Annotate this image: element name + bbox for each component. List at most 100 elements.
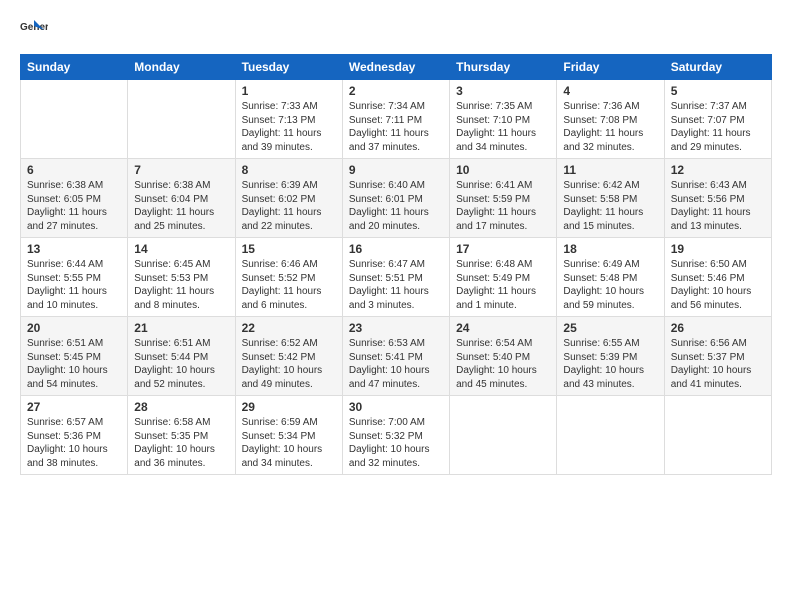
day-info: Sunrise: 6:57 AMSunset: 5:36 PMDaylight:… [27,416,121,470]
header-day-monday: Monday [128,55,235,80]
day-info: Sunrise: 6:54 AMSunset: 5:40 PMDaylight:… [456,337,550,391]
day-info: Sunrise: 6:40 AMSunset: 6:01 PMDaylight:… [349,179,443,233]
day-number: 21 [134,321,228,335]
day-info: Sunrise: 7:00 AMSunset: 5:32 PMDaylight:… [349,416,443,470]
day-number: 26 [671,321,765,335]
day-number: 20 [27,321,121,335]
day-number: 29 [242,400,336,414]
day-info: Sunrise: 7:33 AMSunset: 7:13 PMDaylight:… [242,100,336,154]
day-number: 15 [242,242,336,256]
logo: General [20,16,52,44]
day-info: Sunrise: 7:36 AMSunset: 7:08 PMDaylight:… [563,100,657,154]
day-info: Sunrise: 6:51 AMSunset: 5:45 PMDaylight:… [27,337,121,391]
calendar-cell: 18 Sunrise: 6:49 AMSunset: 5:48 PMDayligh… [557,238,664,317]
header-day-wednesday: Wednesday [342,55,449,80]
calendar-cell: 24Sunrise: 6:54 AMSunset: 5:40 PMDayligh… [450,317,557,396]
calendar-cell: 20 Sunrise: 6:51 AMSunset: 5:45 PMDayligh… [21,317,128,396]
day-number: 25 [563,321,657,335]
day-info: Sunrise: 6:46 AMSunset: 5:52 PMDaylight:… [242,258,336,312]
calendar-cell: 3Sunrise: 7:35 AMSunset: 7:10 PMDaylight… [450,80,557,159]
header-day-thursday: Thursday [450,55,557,80]
calendar-cell [450,396,557,475]
calendar-cell: 19 Sunrise: 6:50 AMSunset: 5:46 PMDayligh… [664,238,771,317]
day-number: 16 [349,242,443,256]
day-number: 28 [134,400,228,414]
calendar-cell: 9 Sunrise: 6:40 AMSunset: 6:01 PMDaylight… [342,159,449,238]
calendar-cell: 21 Sunrise: 6:51 AMSunset: 5:44 PMDayligh… [128,317,235,396]
day-number: 30 [349,400,443,414]
day-number: 13 [27,242,121,256]
day-number: 27 [27,400,121,414]
day-number: 22 [242,321,336,335]
header-day-sunday: Sunday [21,55,128,80]
day-number: 6 [27,163,121,177]
day-number: 17 [456,242,550,256]
day-info: Sunrise: 6:56 AMSunset: 5:37 PMDaylight:… [671,337,765,391]
week-row-0: 1 Sunrise: 7:33 AMSunset: 7:13 PMDaylight… [21,80,772,159]
day-info: Sunrise: 6:51 AMSunset: 5:44 PMDaylight:… [134,337,228,391]
day-info: Sunrise: 6:49 AMSunset: 5:48 PMDaylight:… [563,258,657,312]
day-number: 19 [671,242,765,256]
calendar-cell: 11Sunrise: 6:42 AMSunset: 5:58 PMDayligh… [557,159,664,238]
day-number: 2 [349,84,443,98]
calendar-cell: 4 Sunrise: 7:36 AMSunset: 7:08 PMDaylight… [557,80,664,159]
calendar-cell: 10 Sunrise: 6:41 AMSunset: 5:59 PMDayligh… [450,159,557,238]
day-number: 18 [563,242,657,256]
calendar-table: SundayMondayTuesdayWednesdayThursdayFrid… [20,54,772,475]
calendar-cell: 17Sunrise: 6:48 AMSunset: 5:49 PMDayligh… [450,238,557,317]
week-row-2: 13 Sunrise: 6:44 AMSunset: 5:55 PMDayligh… [21,238,772,317]
calendar-cell: 5 Sunrise: 7:37 AMSunset: 7:07 PMDaylight… [664,80,771,159]
day-info: Sunrise: 6:43 AMSunset: 5:56 PMDaylight:… [671,179,765,233]
day-number: 4 [563,84,657,98]
calendar-cell [664,396,771,475]
day-info: Sunrise: 7:37 AMSunset: 7:07 PMDaylight:… [671,100,765,154]
day-number: 12 [671,163,765,177]
day-info: Sunrise: 6:38 AMSunset: 6:04 PMDaylight:… [134,179,228,233]
day-info: Sunrise: 6:52 AMSunset: 5:42 PMDaylight:… [242,337,336,391]
day-number: 14 [134,242,228,256]
page: General SundayMondayTuesdayWednesdayThur… [0,0,792,612]
header-day-friday: Friday [557,55,664,80]
calendar-cell: 1 Sunrise: 7:33 AMSunset: 7:13 PMDaylight… [235,80,342,159]
day-info: Sunrise: 6:45 AMSunset: 5:53 PMDaylight:… [134,258,228,312]
day-number: 10 [456,163,550,177]
calendar-cell [21,80,128,159]
calendar-cell: 22 Sunrise: 6:52 AMSunset: 5:42 PMDayligh… [235,317,342,396]
calendar-cell: 29 Sunrise: 6:59 AMSunset: 5:34 PMDayligh… [235,396,342,475]
calendar-cell: 26 Sunrise: 6:56 AMSunset: 5:37 PMDayligh… [664,317,771,396]
calendar-cell [128,80,235,159]
day-number: 5 [671,84,765,98]
calendar-cell [557,396,664,475]
header-day-saturday: Saturday [664,55,771,80]
day-number: 7 [134,163,228,177]
day-info: Sunrise: 6:50 AMSunset: 5:46 PMDaylight:… [671,258,765,312]
day-number: 9 [349,163,443,177]
calendar-cell: 2 Sunrise: 7:34 AMSunset: 7:11 PMDaylight… [342,80,449,159]
calendar-cell: 28 Sunrise: 6:58 AMSunset: 5:35 PMDayligh… [128,396,235,475]
day-info: Sunrise: 6:38 AMSunset: 6:05 PMDaylight:… [27,179,121,233]
calendar-cell: 15 Sunrise: 6:46 AMSunset: 5:52 PMDayligh… [235,238,342,317]
day-info: Sunrise: 6:59 AMSunset: 5:34 PMDaylight:… [242,416,336,470]
day-info: Sunrise: 6:58 AMSunset: 5:35 PMDaylight:… [134,416,228,470]
day-info: Sunrise: 6:41 AMSunset: 5:59 PMDaylight:… [456,179,550,233]
header-day-tuesday: Tuesday [235,55,342,80]
calendar-cell: 23 Sunrise: 6:53 AMSunset: 5:41 PMDayligh… [342,317,449,396]
header: General [20,16,772,44]
day-info: Sunrise: 6:55 AMSunset: 5:39 PMDaylight:… [563,337,657,391]
day-number: 8 [242,163,336,177]
week-row-1: 6 Sunrise: 6:38 AMSunset: 6:05 PMDaylight… [21,159,772,238]
day-info: Sunrise: 6:44 AMSunset: 5:55 PMDaylight:… [27,258,121,312]
header-row: SundayMondayTuesdayWednesdayThursdayFrid… [21,55,772,80]
day-number: 1 [242,84,336,98]
calendar-cell: 25 Sunrise: 6:55 AMSunset: 5:39 PMDayligh… [557,317,664,396]
day-info: Sunrise: 7:34 AMSunset: 7:11 PMDaylight:… [349,100,443,154]
day-number: 23 [349,321,443,335]
day-info: Sunrise: 7:35 AMSunset: 7:10 PMDaylight:… [456,100,550,154]
day-info: Sunrise: 6:39 AMSunset: 6:02 PMDaylight:… [242,179,336,233]
logo-icon: General [20,16,48,44]
week-row-4: 27 Sunrise: 6:57 AMSunset: 5:36 PMDayligh… [21,396,772,475]
calendar-cell: 27 Sunrise: 6:57 AMSunset: 5:36 PMDayligh… [21,396,128,475]
day-info: Sunrise: 6:53 AMSunset: 5:41 PMDaylight:… [349,337,443,391]
calendar-cell: 16Sunrise: 6:47 AMSunset: 5:51 PMDayligh… [342,238,449,317]
day-number: 11 [563,163,657,177]
